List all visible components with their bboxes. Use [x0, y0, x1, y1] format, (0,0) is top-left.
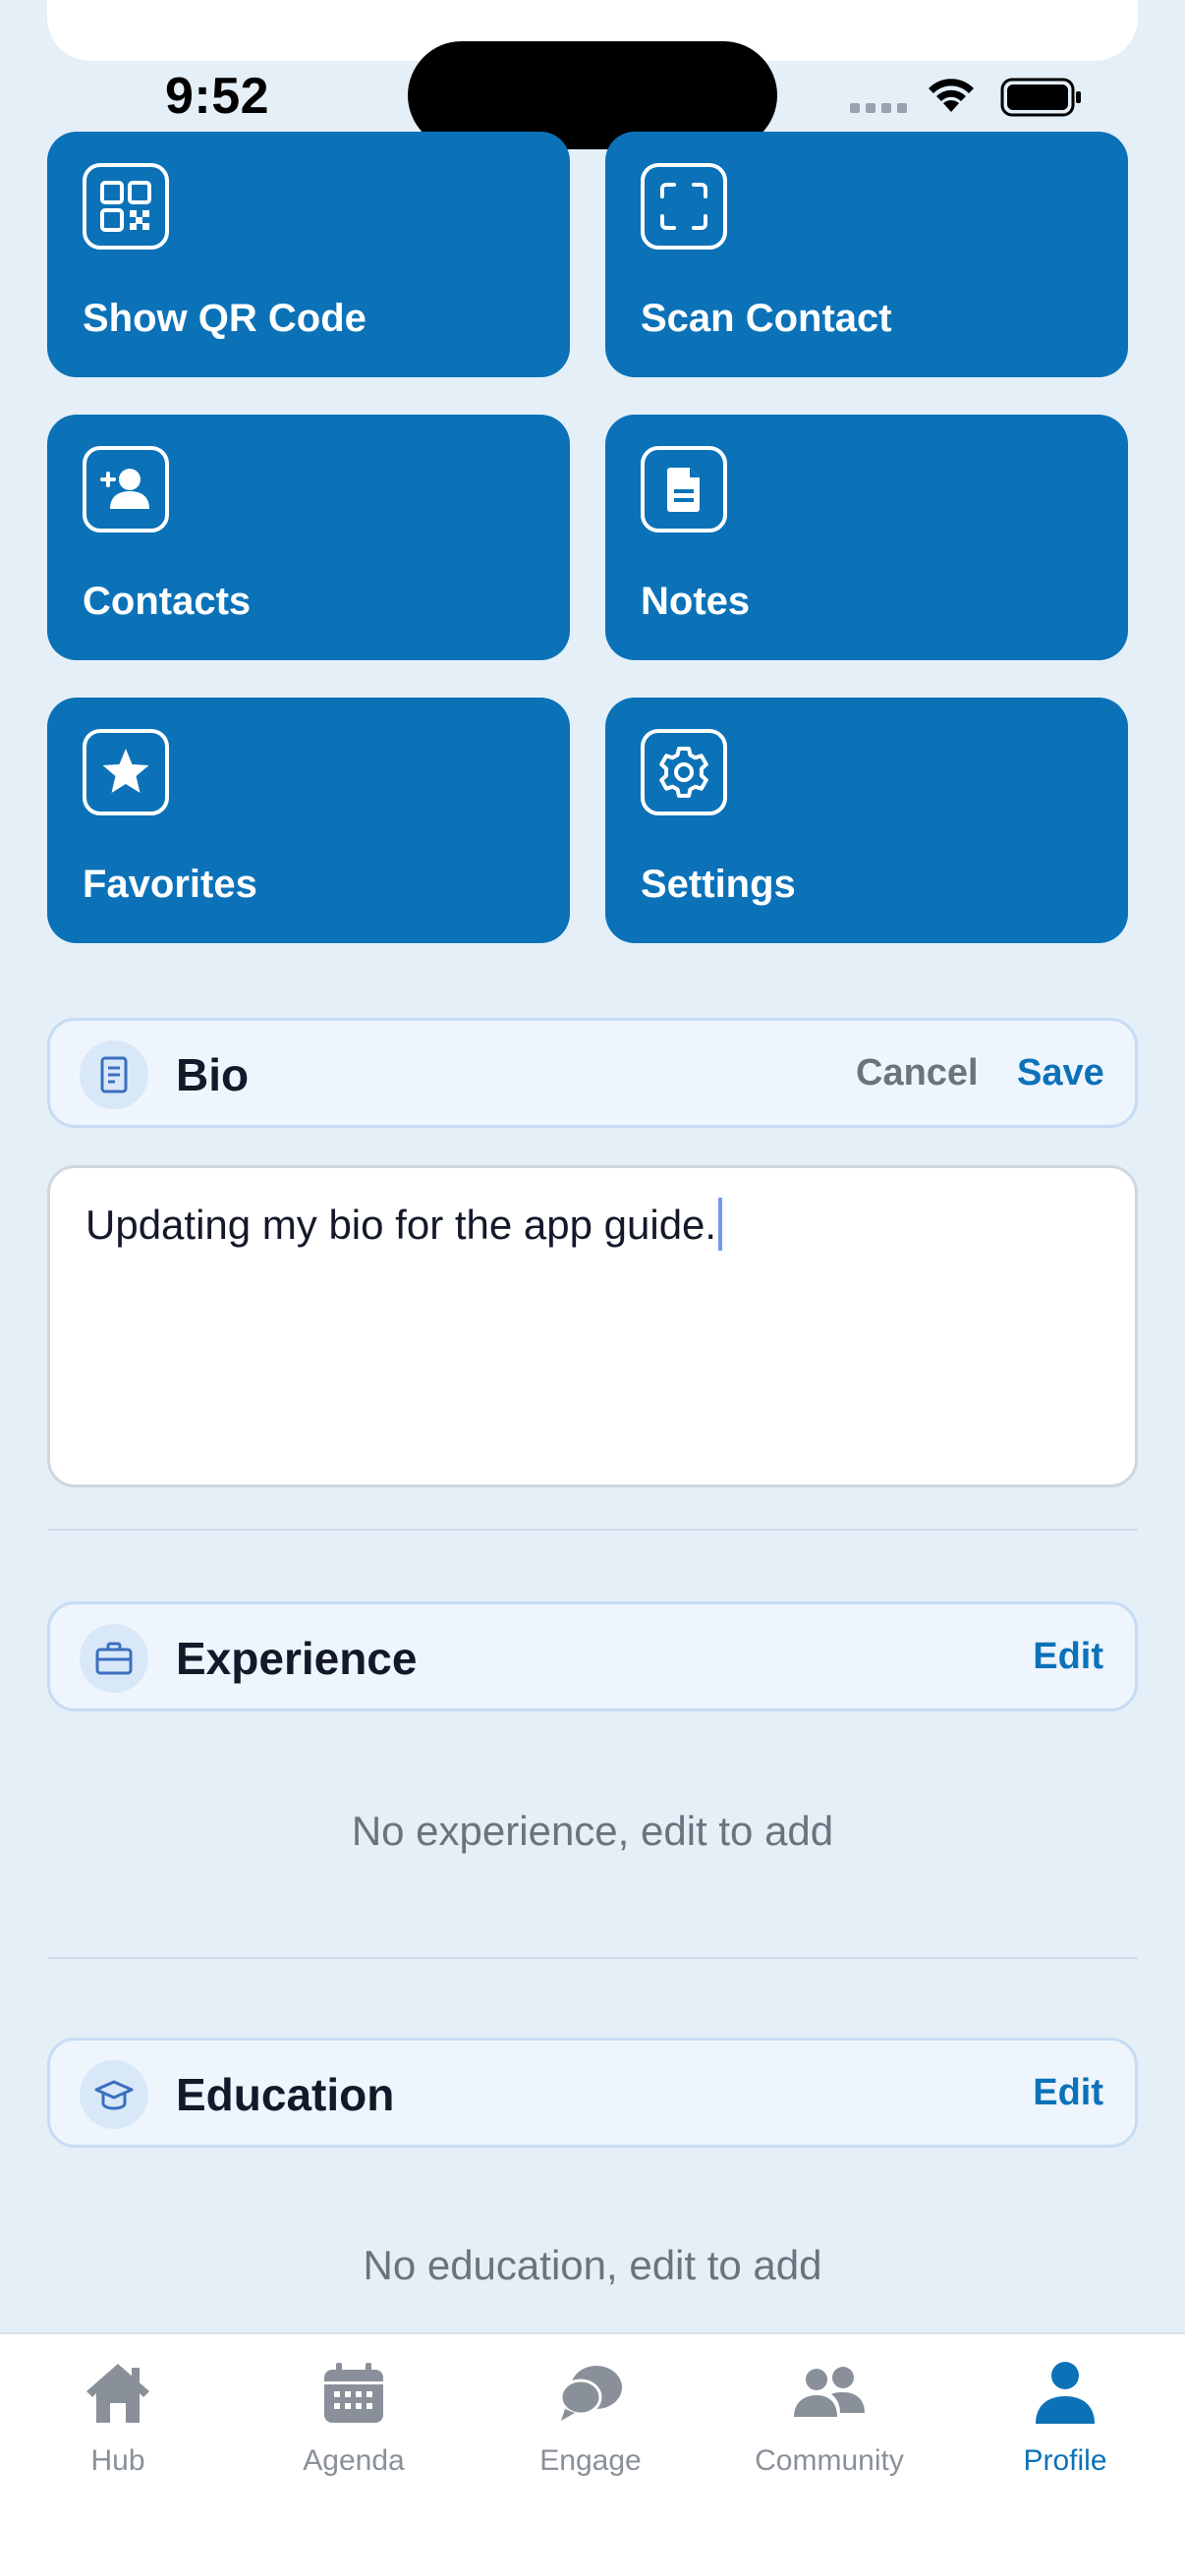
tab-label: Community	[755, 2444, 904, 2477]
settings-tile[interactable]: Settings	[605, 698, 1128, 943]
tile-label: Notes	[641, 580, 751, 623]
add-contact-icon	[83, 446, 169, 532]
note-document-icon	[641, 446, 727, 532]
status-time: 9:52	[165, 68, 270, 125]
tile-label: Scan Contact	[641, 297, 892, 340]
edit-experience-button[interactable]: Edit	[1033, 1636, 1103, 1678]
chat-bubbles-icon	[551, 2354, 630, 2433]
contacts-tile[interactable]: Contacts	[47, 415, 570, 660]
briefcase-icon	[80, 1624, 148, 1693]
tile-label: Settings	[641, 863, 796, 906]
tab-label: Profile	[1023, 2444, 1107, 2477]
tile-label: Show QR Code	[83, 297, 367, 340]
document-icon	[80, 1040, 148, 1109]
tab-label: Hub	[90, 2444, 145, 2477]
scan-contact-tile[interactable]: Scan Contact	[605, 132, 1128, 377]
bio-text: Updating my bio for the app guide.	[85, 1202, 717, 1248]
tile-label: Favorites	[83, 863, 257, 906]
show-qr-code-tile[interactable]: Show QR Code	[47, 132, 570, 377]
tab-profile[interactable]: Profile	[967, 2354, 1163, 2501]
qr-code-icon	[83, 163, 169, 250]
favorites-tile[interactable]: Favorites	[47, 698, 570, 943]
save-button[interactable]: Save	[1017, 1052, 1104, 1094]
wifi-icon	[929, 79, 974, 112]
divider	[47, 1957, 1138, 1959]
experience-empty-text: No experience, edit to add	[351, 1808, 834, 1854]
tile-label: Contacts	[83, 580, 252, 623]
education-section-header: Education Edit	[47, 2038, 1138, 2148]
cancel-button[interactable]: Cancel	[856, 1052, 979, 1094]
experience-title: Experience	[176, 1633, 418, 1684]
star-icon	[83, 729, 169, 815]
divider	[47, 1529, 1138, 1531]
calendar-icon	[314, 2354, 393, 2433]
tab-bar: Hub Agenda Engage Community Profile	[0, 2332, 1185, 2576]
tab-label: Engage	[539, 2444, 642, 2477]
tab-engage[interactable]: Engage	[492, 2354, 689, 2501]
tab-label: Agenda	[303, 2444, 405, 2477]
tab-community[interactable]: Community	[731, 2354, 928, 2501]
profile-screen: 9:52 Show QR Code Scan Contact Contacts …	[0, 0, 1185, 2576]
people-icon	[790, 2354, 869, 2433]
gear-icon	[641, 729, 727, 815]
status-indicators	[845, 73, 1081, 120]
cellular-signal-icon	[850, 103, 907, 113]
bio-section-header: Bio Cancel Save	[47, 1018, 1138, 1128]
notes-tile[interactable]: Notes	[605, 415, 1128, 660]
house-icon	[79, 2354, 157, 2433]
bio-title: Bio	[176, 1049, 250, 1100]
experience-section-header: Experience Edit	[47, 1601, 1138, 1711]
tab-agenda[interactable]: Agenda	[255, 2354, 452, 2501]
education-title: Education	[176, 2069, 395, 2120]
education-empty-text: No education, edit to add	[363, 2242, 822, 2288]
person-icon	[1026, 2354, 1104, 2433]
text-caret	[718, 1198, 723, 1251]
scan-frame-icon	[641, 163, 727, 250]
bio-textarea[interactable]: Updating my bio for the app guide.	[47, 1165, 1138, 1487]
graduation-cap-icon	[80, 2060, 148, 2129]
tab-hub[interactable]: Hub	[20, 2354, 216, 2501]
battery-icon	[1000, 78, 1081, 117]
edit-education-button[interactable]: Edit	[1033, 2072, 1103, 2114]
